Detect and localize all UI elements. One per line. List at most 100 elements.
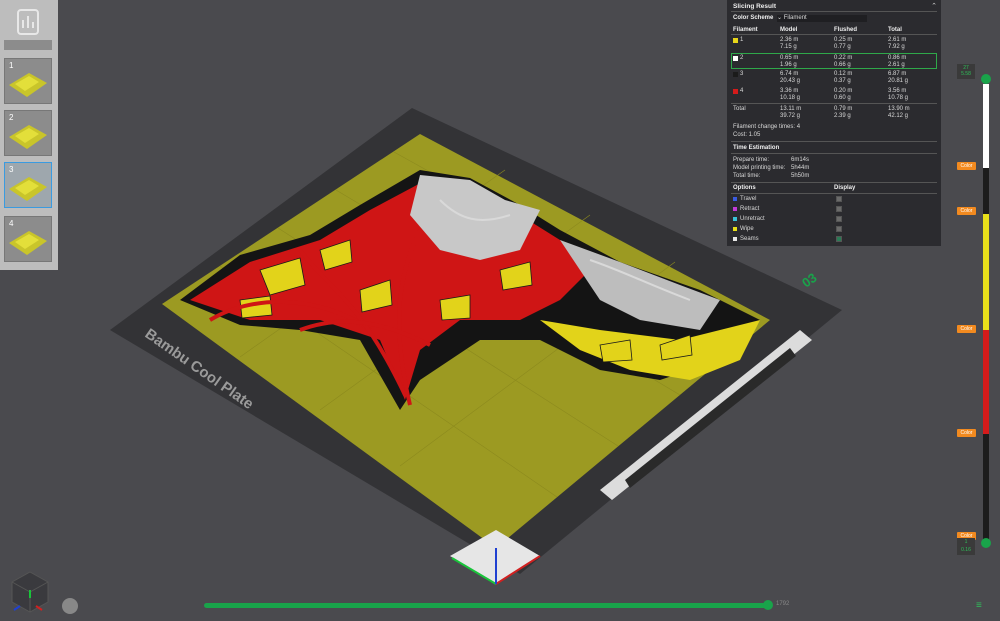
filament-change-times: Filament change times: 4 [733, 124, 801, 130]
plate-thumb-number: 3 [9, 165, 14, 174]
slice-all-button[interactable] [6, 6, 50, 40]
total-weight: 7.92 g [888, 44, 905, 50]
model-length: 3.36 m [780, 88, 799, 94]
plate-thumb-number: 2 [9, 113, 14, 122]
model-weight: 39.72 g [780, 113, 801, 119]
layers-icon[interactable]: ≡ [976, 600, 982, 611]
top-layer-height: 5.58 [957, 70, 975, 79]
flushed-length: 0.12 m [834, 71, 853, 77]
col-header-total: Total [888, 27, 902, 33]
flushed-length: 0.79 m [834, 106, 853, 112]
option-swatch [733, 237, 737, 241]
reset-view-icon[interactable] [62, 598, 78, 614]
flushed-weight: 2.39 g [834, 113, 851, 119]
travel-display-checkbox[interactable] [836, 196, 842, 202]
model-weight: 20.43 g [780, 78, 801, 84]
filament-id: 1 [740, 37, 744, 43]
col-header-model: Model [780, 27, 798, 33]
flushed-weight: 0.37 g [834, 78, 851, 84]
model-weight: 10.18 g [780, 95, 801, 101]
color-scheme-label: Color Scheme [733, 15, 774, 21]
plate-thumb-number: 4 [9, 219, 14, 228]
move-count-label: 1792 [776, 601, 790, 607]
plate-thumb-2[interactable]: 2 [4, 110, 52, 156]
color-change-tag[interactable]: Color [957, 325, 976, 333]
total-time-value: 5h50m [791, 173, 810, 179]
option-label: Retract [740, 206, 760, 212]
selected-filament-row-highlight [731, 53, 937, 69]
total-length: 6.87 m [888, 71, 907, 77]
option-label: Wipe [740, 226, 754, 232]
filament-swatch [733, 38, 738, 43]
model-weight: 7.15 g [780, 44, 797, 50]
total-weight: 10.78 g [888, 95, 909, 101]
total-label: Total [733, 106, 746, 112]
wipe-display-checkbox[interactable] [836, 226, 842, 232]
view-cube-icon[interactable] [6, 568, 54, 616]
filament-swatch [733, 72, 738, 77]
color-change-tag[interactable]: Color [957, 207, 976, 215]
option-label: Travel [740, 196, 757, 202]
color-change-tag[interactable]: Color [957, 162, 976, 170]
collapse-icon[interactable]: ⌃ [931, 2, 937, 10]
flushed-weight: 0.77 g [834, 44, 851, 50]
flushed-length: 0.25 m [834, 37, 853, 43]
plate-list: 1 2 3 4 [0, 0, 58, 270]
plate-thumb-4[interactable]: 4 [4, 216, 52, 262]
move-progress-handle[interactable] [763, 600, 773, 610]
filament-id: 3 [740, 71, 744, 77]
bottom-layer-height: 0.16 [957, 546, 975, 555]
color-scheme-value: Filament [783, 15, 807, 21]
filament-swatch [733, 89, 738, 94]
printing-time-label: Model printing time: [733, 165, 786, 171]
total-weight: 42.12 g [888, 113, 909, 119]
plate-thumb-3[interactable]: 3 [4, 162, 52, 208]
layer-slider[interactable]: 27 5.58 Color Color Color Color Color 1 … [955, 60, 991, 555]
model-length: 13.11 m [780, 106, 802, 112]
option-swatch [733, 227, 737, 231]
option-label: Seams [740, 236, 759, 242]
panel-title: Slicing Result [733, 3, 776, 10]
slice-plate-icon [17, 9, 39, 35]
color-segment-red [983, 330, 989, 434]
plate-thumb-1[interactable]: 1 [4, 58, 52, 104]
flushed-weight: 0.60 g [834, 95, 851, 101]
color-segment-black-bottom [983, 434, 989, 540]
color-segment-black [983, 168, 989, 214]
plate-thumb-number: 1 [9, 61, 14, 70]
filament-id: 4 [740, 88, 744, 94]
plate-number: 03 [799, 270, 819, 291]
total-length: 13.90 m [888, 106, 910, 112]
plate-strip-divider [4, 40, 52, 50]
top-layer-handle[interactable] [981, 74, 991, 84]
option-swatch [733, 207, 737, 211]
model-length: 2.36 m [780, 37, 799, 43]
col-header-filament: Filament [733, 27, 758, 33]
slicing-result-panel: Slicing Result ⌃ Color Scheme ⌄ Filament… [727, 0, 941, 246]
total-length: 3.56 m [888, 88, 907, 94]
option-label: Unretract [740, 216, 765, 222]
chevron-down-icon: ⌄ [777, 15, 784, 21]
total-time-label: Total time: [733, 173, 761, 179]
prepare-time-value: 6m14s [791, 157, 810, 163]
color-segment-yellow [983, 214, 989, 330]
flushed-length: 0.20 m [834, 88, 853, 94]
total-weight: 20.81 g [888, 78, 909, 84]
cost-text: Cost: 1.05 [733, 132, 761, 138]
seams-display-checkbox[interactable] [836, 236, 842, 242]
model-length: 6.74 m [780, 71, 799, 77]
color-change-tag[interactable]: Color [957, 429, 976, 437]
printing-time-value: 5h44m [791, 165, 810, 171]
options-header: Options [733, 185, 756, 191]
total-length: 2.61 m [888, 37, 907, 43]
display-header: Display [834, 185, 856, 191]
time-estimation-header: Time Estimation [733, 145, 780, 151]
bottom-layer-handle[interactable] [981, 538, 991, 548]
move-progress-slider[interactable] [204, 603, 772, 608]
color-scheme-dropdown[interactable]: ⌄ Filament [777, 15, 867, 22]
prepare-time-label: Prepare time: [733, 157, 770, 163]
col-header-flushed: Flushed [834, 27, 858, 33]
retract-display-checkbox[interactable] [836, 206, 842, 212]
unretract-display-checkbox[interactable] [836, 216, 842, 222]
color-segment-white [983, 84, 989, 168]
